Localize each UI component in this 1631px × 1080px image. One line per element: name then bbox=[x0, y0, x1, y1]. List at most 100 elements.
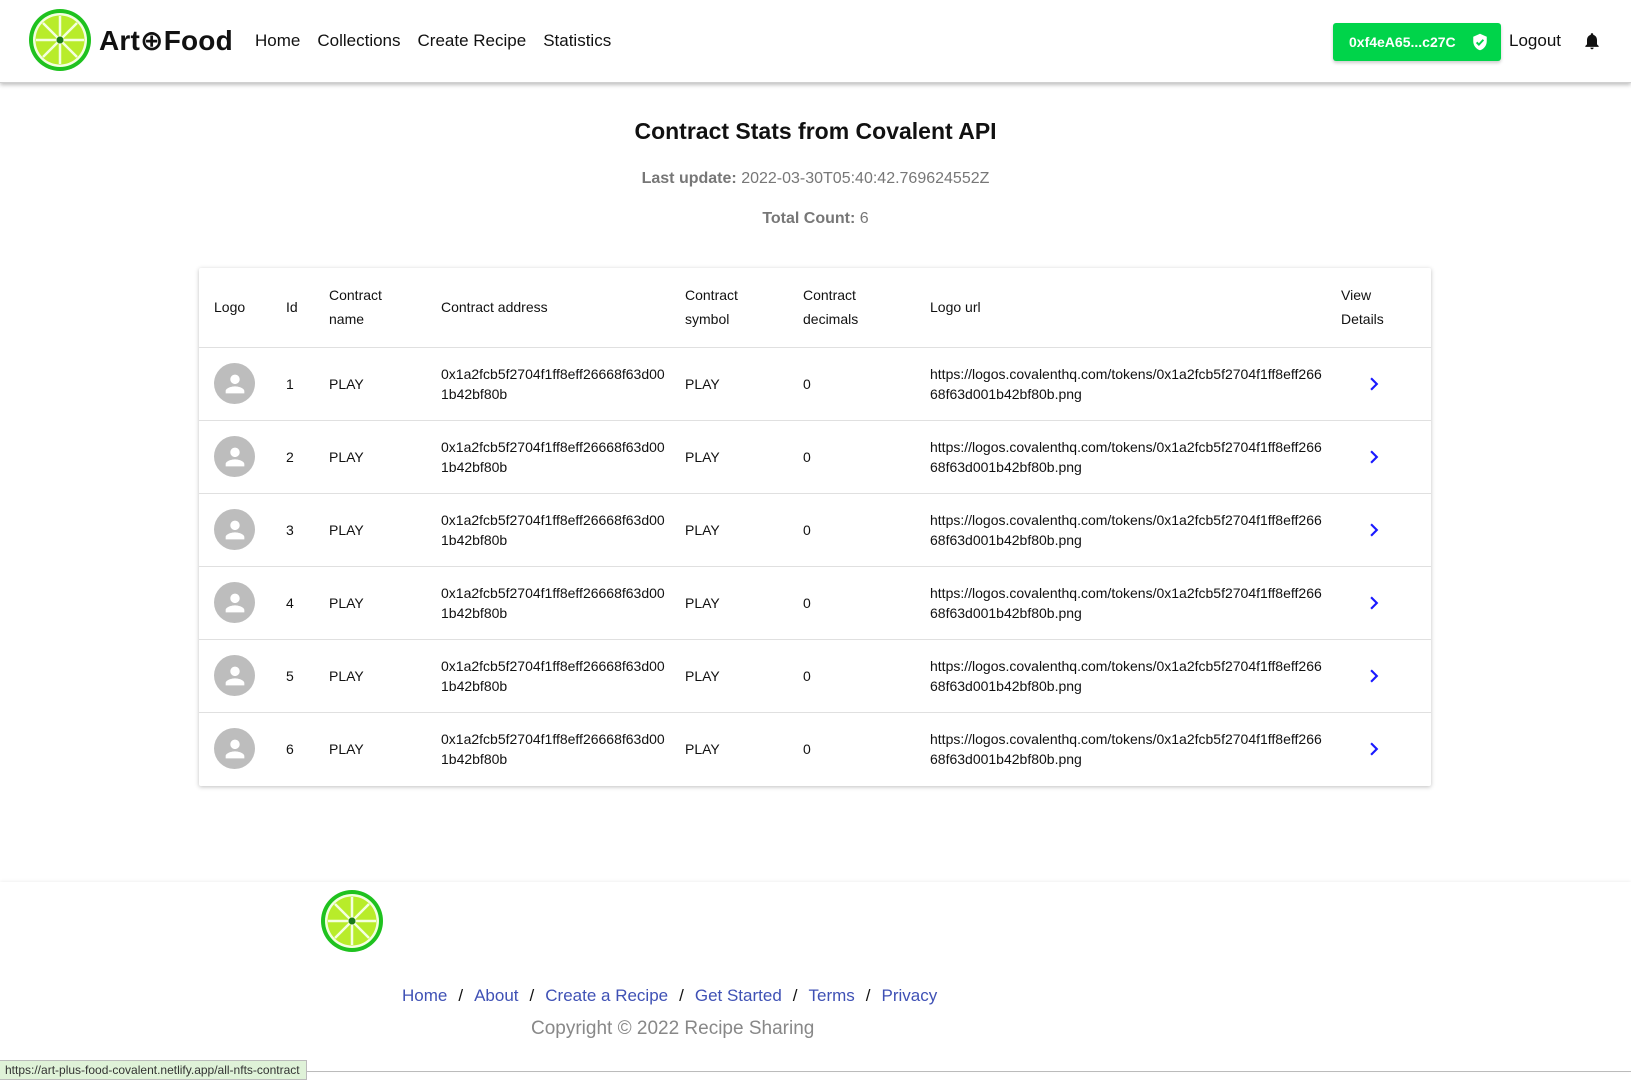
row-contract-symbol: PLAY bbox=[670, 420, 788, 494]
col-contract-symbol: Contract symbol bbox=[670, 268, 788, 348]
footer-separator: / bbox=[679, 986, 684, 1005]
col-view-details: View Details bbox=[1326, 268, 1431, 348]
nav-create-recipe[interactable]: Create Recipe bbox=[418, 31, 527, 51]
table-row: 5 PLAY 0x1a2fcb5f2704f1ff8eff26668f63d00… bbox=[199, 639, 1431, 713]
row-id: 6 bbox=[286, 740, 294, 757]
col-contract-name: Contract name bbox=[314, 268, 426, 348]
table-row: 4 PLAY 0x1a2fcb5f2704f1ff8eff26668f63d00… bbox=[199, 566, 1431, 640]
total-count: Total Count: 6 bbox=[0, 210, 1631, 228]
row-contract-decimals: 0 bbox=[788, 347, 915, 421]
chevron-right-icon[interactable] bbox=[1361, 736, 1387, 762]
verified-shield-icon bbox=[1473, 33, 1487, 51]
col-logo: Logo bbox=[199, 268, 271, 348]
chevron-right-icon[interactable] bbox=[1361, 371, 1387, 397]
last-update-label: Last update: bbox=[641, 170, 737, 187]
page-title: Contract Stats from Covalent API bbox=[634, 118, 997, 144]
nav-home[interactable]: Home bbox=[255, 31, 300, 51]
footer-separator: / bbox=[529, 986, 535, 1005]
logout-button[interactable]: Logout bbox=[1509, 31, 1561, 51]
col-contract-address: Contract address bbox=[426, 268, 670, 348]
lime-slice-icon[interactable] bbox=[320, 889, 384, 953]
chevron-right-icon[interactable] bbox=[1361, 517, 1387, 543]
row-logo-url: https://logos.covalenthq.com/tokens/0x1a… bbox=[915, 566, 1326, 640]
nav-collections[interactable]: Collections bbox=[317, 31, 400, 51]
row-id: 2 bbox=[271, 420, 314, 494]
col-contract-name-line1: Contract bbox=[329, 287, 382, 304]
row-contract-name: PLAY bbox=[314, 420, 426, 494]
row-contract-symbol: PLAY bbox=[670, 493, 788, 567]
person-avatar-icon bbox=[214, 509, 255, 550]
main-nav: Home Collections Create Recipe Statistic… bbox=[255, 31, 611, 51]
nav-statistics[interactable]: Statistics bbox=[543, 31, 611, 51]
total-count-value: 6 bbox=[859, 210, 869, 227]
chevron-right-icon[interactable] bbox=[1361, 590, 1387, 616]
footer-link-privacy[interactable]: Privacy bbox=[882, 986, 938, 1006]
col-view-details-line2: Details bbox=[1341, 311, 1384, 328]
person-avatar-icon bbox=[214, 436, 255, 477]
table-header-row: Logo Id Contract name Contract address C… bbox=[199, 268, 1431, 348]
browser-status-url: https://art-plus-food-covalent.netlify.a… bbox=[0, 1060, 307, 1080]
footer-separator: / bbox=[458, 986, 464, 1005]
row-id: 4 bbox=[271, 566, 314, 640]
person-avatar-icon bbox=[214, 363, 255, 404]
table-row: 6 PLAY 0x1a2fcb5f2704f1ff8eff26668f63d00… bbox=[199, 712, 1431, 785]
footer-separator: / bbox=[792, 986, 798, 1005]
brand-name: Art⊕Food bbox=[99, 24, 233, 56]
last-update: Last update: 2022-03-30T05:40:42.7696245… bbox=[0, 170, 1631, 188]
app-header: Art⊕Food Home Collections Create Recipe … bbox=[0, 0, 1631, 83]
col-contract-name-line2: name bbox=[329, 311, 365, 328]
page-footer: Home / About / Create a Recipe / Get Sta… bbox=[0, 882, 1631, 1072]
person-avatar-icon bbox=[214, 582, 255, 623]
wallet-address: 0xf4eA65...c27C bbox=[1349, 34, 1456, 50]
row-contract-decimals: 0 bbox=[803, 740, 811, 757]
person-avatar-icon bbox=[214, 728, 255, 770]
row-contract-symbol: PLAY bbox=[670, 347, 788, 421]
row-contract-name: PLAY bbox=[314, 639, 426, 713]
row-logo-url: https://logos.covalenthq.com/tokens/0x1a… bbox=[915, 420, 1326, 494]
row-contract-symbol: PLAY bbox=[670, 566, 788, 640]
footer-link-create-recipe[interactable]: Create a Recipe bbox=[545, 986, 668, 1006]
chevron-right-icon[interactable] bbox=[1361, 663, 1387, 689]
table-row: 3 PLAY 0x1a2fcb5f2704f1ff8eff26668f63d00… bbox=[199, 493, 1431, 567]
copyright: Copyright © 2022 Recipe Sharing bbox=[531, 1018, 815, 1039]
footer-link-terms[interactable]: Terms bbox=[809, 986, 855, 1006]
col-contract-symbol-line1: Contract bbox=[685, 287, 738, 304]
brand[interactable]: Art⊕Food bbox=[28, 8, 233, 72]
row-logo-url: https://logos.covalenthq.com/tokens/0x1a… bbox=[915, 493, 1326, 567]
contracts-table-card: Logo Id Contract name Contract address C… bbox=[199, 268, 1431, 786]
bell-icon[interactable] bbox=[1582, 30, 1602, 52]
row-contract-address: 0x1a2fcb5f2704f1ff8eff26668f63d001b42bf8… bbox=[426, 347, 670, 421]
row-contract-address: 0x1a2fcb5f2704f1ff8eff26668f63d001b42bf8… bbox=[426, 639, 670, 713]
row-id: 3 bbox=[271, 493, 314, 567]
footer-link-home[interactable]: Home bbox=[402, 986, 447, 1006]
row-contract-address: 0x1a2fcb5f2704f1ff8eff26668f63d001b42bf8… bbox=[441, 730, 665, 767]
footer-links: Home / About / Create a Recipe / Get Sta… bbox=[402, 986, 937, 1006]
footer-link-about[interactable]: About bbox=[474, 986, 518, 1006]
col-contract-decimals-line1: Contract bbox=[803, 287, 856, 304]
col-logo-url: Logo url bbox=[915, 268, 1326, 348]
col-contract-decimals: Contract decimals bbox=[788, 268, 915, 348]
chevron-right-icon[interactable] bbox=[1361, 444, 1387, 470]
row-contract-decimals: 0 bbox=[788, 420, 915, 494]
last-update-value: 2022-03-30T05:40:42.769624552Z bbox=[741, 170, 990, 187]
wallet-address-button[interactable]: 0xf4eA65...c27C bbox=[1333, 23, 1501, 61]
row-contract-decimals: 0 bbox=[788, 493, 915, 567]
total-count-label: Total Count: bbox=[762, 210, 856, 227]
row-contract-address: 0x1a2fcb5f2704f1ff8eff26668f63d001b42bf8… bbox=[426, 493, 670, 567]
row-logo-url: https://logos.covalenthq.com/tokens/0x1a… bbox=[930, 730, 1322, 767]
row-contract-name: PLAY bbox=[314, 493, 426, 567]
row-logo-url: https://logos.covalenthq.com/tokens/0x1a… bbox=[915, 639, 1326, 713]
row-contract-symbol: PLAY bbox=[670, 639, 788, 713]
row-contract-symbol: PLAY bbox=[685, 740, 720, 757]
row-contract-name: PLAY bbox=[329, 740, 364, 757]
row-id: 1 bbox=[271, 347, 314, 421]
col-id: Id bbox=[271, 268, 314, 348]
row-logo-url: https://logos.covalenthq.com/tokens/0x1a… bbox=[915, 347, 1326, 421]
row-contract-address: 0x1a2fcb5f2704f1ff8eff26668f63d001b42bf8… bbox=[426, 420, 670, 494]
row-contract-name: PLAY bbox=[314, 566, 426, 640]
table-row: 2 PLAY 0x1a2fcb5f2704f1ff8eff26668f63d00… bbox=[199, 420, 1431, 494]
row-contract-decimals: 0 bbox=[788, 566, 915, 640]
row-id: 5 bbox=[271, 639, 314, 713]
col-view-details-line1: View bbox=[1341, 287, 1372, 304]
footer-link-get-started[interactable]: Get Started bbox=[695, 986, 782, 1006]
